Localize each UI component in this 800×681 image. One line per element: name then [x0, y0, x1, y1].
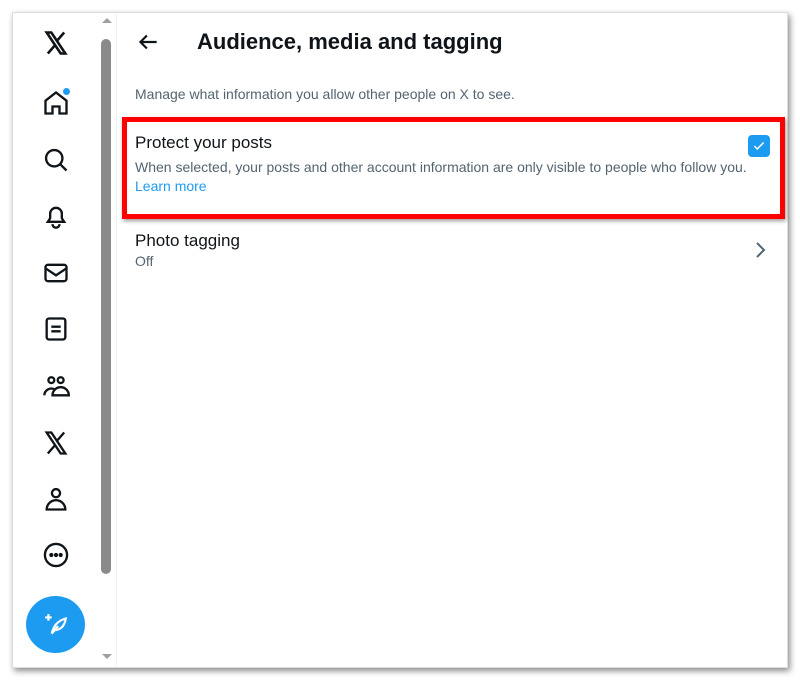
- settings-panel: Audience, media and tagging Manage what …: [116, 13, 787, 667]
- more-icon[interactable]: [36, 535, 76, 575]
- highlight-box: [122, 117, 785, 219]
- app-window: Audience, media and tagging Manage what …: [12, 12, 788, 668]
- page-description: Manage what information you allow other …: [135, 86, 515, 102]
- scroll-down-arrow[interactable]: [102, 654, 112, 659]
- scroll-thumb[interactable]: [101, 39, 111, 574]
- chevron-right-icon: [756, 242, 766, 258]
- feather-plus-icon: [44, 613, 67, 634]
- sidebar: [13, 13, 99, 667]
- photo-tagging-title: Photo tagging: [135, 231, 240, 250]
- communities-icon[interactable]: [36, 366, 76, 406]
- search-icon[interactable]: [36, 140, 76, 180]
- lists-icon[interactable]: [36, 309, 76, 349]
- scrollbar[interactable]: [99, 13, 115, 667]
- post-button[interactable]: [26, 596, 85, 653]
- premium-x-icon[interactable]: [36, 423, 76, 463]
- profile-icon[interactable]: [36, 479, 76, 519]
- back-arrow-icon[interactable]: [135, 29, 161, 55]
- x-logo-icon[interactable]: [36, 23, 76, 63]
- mail-icon[interactable]: [36, 253, 76, 293]
- page-title: Audience, media and tagging: [197, 29, 503, 54]
- notification-dot: [63, 88, 70, 95]
- photo-tagging-value: Off: [135, 253, 154, 269]
- photo-tagging-row[interactable]: Photo tagging Off: [117, 225, 787, 285]
- bell-icon[interactable]: [36, 196, 76, 236]
- scroll-up-arrow[interactable]: [102, 18, 112, 23]
- home-icon[interactable]: [36, 83, 76, 123]
